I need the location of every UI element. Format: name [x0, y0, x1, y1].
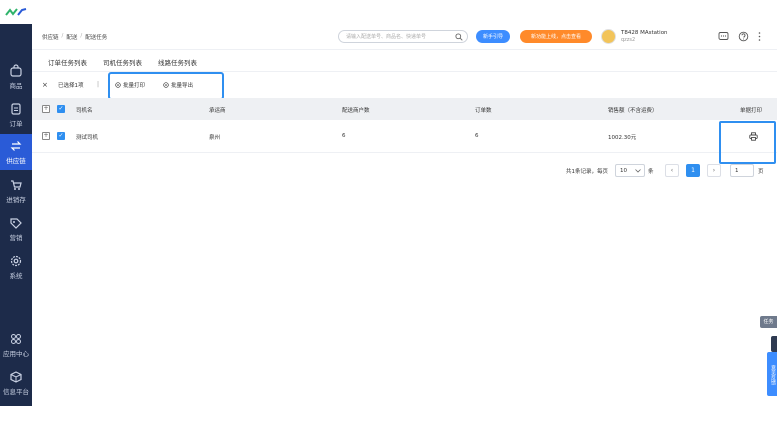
highlight-box-print: [719, 121, 776, 164]
page-jump-unit: 页: [758, 169, 764, 175]
document-icon: [11, 103, 21, 115]
sidebar-item-orders[interactable]: 订单: [0, 98, 32, 132]
toolbar-divider: |: [97, 81, 100, 88]
sidebar-item-label: 订单: [9, 120, 23, 128]
app-logo: [0, 0, 32, 24]
sidebar-item-label: 供应链: [6, 157, 26, 165]
tag-icon: [10, 218, 22, 229]
prev-page-button[interactable]: ‹: [665, 164, 679, 177]
sidebar-item-info-platform[interactable]: 信息平台: [0, 366, 32, 400]
row-checkbox[interactable]: ✓: [57, 132, 65, 140]
select-all-checkbox[interactable]: ✓: [57, 105, 65, 113]
sidebar-item-supply-chain[interactable]: 供应链: [0, 134, 32, 170]
column-header-carrier: 承运商: [209, 108, 226, 114]
page-size-unit: 条: [648, 169, 654, 175]
cube-icon: [10, 371, 22, 383]
top-header: 供应链 / 配送 / 配送任务 请输入配送单号、商品名、快递单号 新手引导 新功…: [32, 24, 777, 50]
apps-icon: [11, 334, 21, 344]
feedback-float-button[interactable]: 意见反馈: [767, 352, 777, 396]
settings-icon: [163, 82, 169, 88]
column-header-driver: 司机名: [76, 108, 93, 114]
user-name[interactable]: T8428 MAstation: [621, 30, 668, 36]
sidebar-item-label: 应用中心: [3, 350, 29, 358]
breadcrumb-item[interactable]: 供应链: [42, 33, 59, 41]
breadcrumb-item: 配送任务: [85, 35, 108, 41]
cell-driver: 测试司机: [76, 135, 99, 141]
page-size-value: 10: [620, 168, 627, 174]
task-tabs: 订单任务列表 司机任务列表 线路任务列表: [32, 50, 777, 72]
column-header-merchants: 配送商户数: [342, 108, 370, 114]
page-size-select[interactable]: 10: [615, 164, 645, 177]
batch-print-button[interactable]: 批量打印: [115, 81, 145, 89]
expand-all-toggle[interactable]: +: [42, 105, 50, 113]
cell-orders: 6: [475, 133, 479, 139]
cart-icon: [11, 180, 22, 190]
search-placeholder: 请输入配送单号、商品名、快递单号: [346, 34, 427, 40]
tab-order-tasks[interactable]: 订单任务列表: [48, 57, 87, 67]
search-input[interactable]: 请输入配送单号、商品名、快递单号: [338, 30, 468, 43]
printer-icon[interactable]: [749, 132, 758, 141]
sidebar-item-label: 系统: [9, 272, 23, 280]
cell-carrier: 泉州: [209, 135, 221, 141]
column-header-print: 单据打印: [740, 108, 763, 114]
page-button-1[interactable]: 1: [686, 164, 700, 177]
user-account: qzzs2: [621, 37, 636, 43]
column-header-sales: 销售额（不含运费）: [608, 108, 658, 114]
sidebar-item-app-center[interactable]: 应用中心: [0, 328, 32, 362]
batch-export-label: 批量导出: [171, 83, 194, 89]
more-vertical-icon[interactable]: [754, 31, 765, 42]
pagination: 共1条记录，每页 10 条 ‹ 1 › 1 页: [32, 164, 777, 178]
sidebar-item-label: 商品: [9, 82, 23, 90]
breadcrumb-item[interactable]: 配送: [66, 33, 77, 41]
tab-driver-tasks[interactable]: 司机任务列表: [103, 57, 142, 67]
guide-button[interactable]: 新手引导: [476, 30, 510, 43]
batch-export-button[interactable]: 批量导出: [163, 81, 193, 89]
sidebar-item-label: 信息平台: [3, 388, 29, 396]
bag-icon: [10, 64, 22, 77]
selection-toolbar: × 已选择1项 | 批量打印 批量导出: [32, 72, 777, 100]
transfer-icon: [10, 141, 22, 151]
page-jump-input[interactable]: 1: [730, 164, 754, 177]
message-icon[interactable]: [718, 31, 729, 42]
batch-print-label: 批量打印: [123, 83, 146, 89]
drag-handle[interactable]: [771, 336, 777, 352]
settings-icon: [115, 82, 121, 88]
help-icon[interactable]: [738, 31, 749, 42]
search-icon[interactable]: [455, 33, 463, 41]
sidebar-item-system[interactable]: 系统: [0, 250, 32, 284]
sidebar: 商品 订单 供应链 进销存 营销 系统 应用中心 信息平台: [0, 24, 32, 406]
gear-icon: [10, 255, 22, 267]
column-header-orders: 订单数: [475, 108, 492, 114]
table-row: + ✓ 测试司机 泉州 6 6 1002.30元: [32, 120, 777, 164]
total-records-text: 共1条记录，每页: [566, 169, 608, 175]
tab-route-tasks[interactable]: 线路任务列表: [158, 57, 197, 67]
breadcrumb: 供应链 / 配送 / 配送任务: [42, 33, 108, 41]
chevron-down-icon: [635, 169, 641, 173]
sidebar-item-inventory[interactable]: 进销存: [0, 174, 32, 208]
sidebar-item-marketing[interactable]: 营销: [0, 212, 32, 246]
sidebar-item-label: 营销: [9, 234, 23, 242]
next-page-button[interactable]: ›: [707, 164, 721, 177]
cell-merchants: 6: [342, 133, 346, 139]
table-header: + ✓ 司机名 承运商 配送商户数 订单数 销售额（不含运费） 单据打印: [32, 98, 777, 120]
avatar[interactable]: [601, 29, 616, 44]
new-feature-button[interactable]: 新功能上线，点击查看: [520, 30, 592, 43]
task-float-button[interactable]: 任务: [760, 316, 777, 328]
clear-selection-button[interactable]: ×: [42, 81, 48, 89]
sidebar-item-goods[interactable]: 商品: [0, 60, 32, 94]
row-expand-toggle[interactable]: +: [42, 132, 50, 140]
cell-sales: 1002.30元: [608, 135, 637, 141]
sidebar-item-label: 进销存: [6, 196, 26, 204]
selected-count: 已选择1项: [58, 83, 84, 89]
